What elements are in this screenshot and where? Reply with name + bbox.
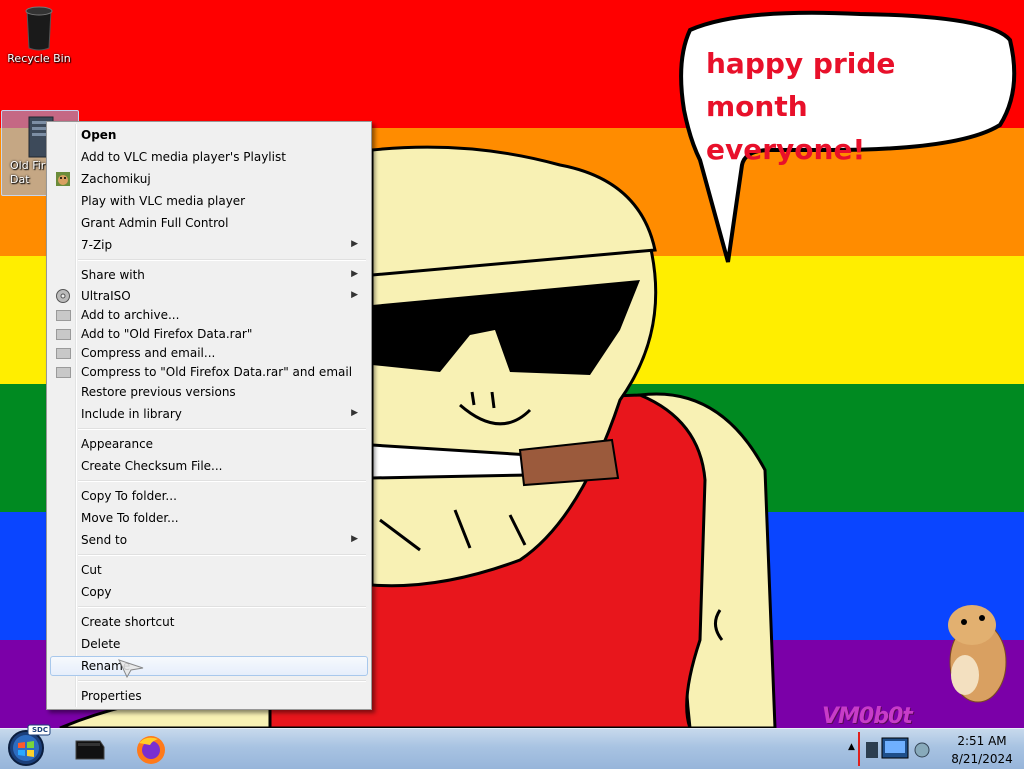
menu-separator	[78, 606, 366, 608]
menu-item-play-with-vlc[interactable]: Play with VLC media player	[50, 191, 368, 211]
tray-divider	[858, 732, 860, 766]
start-badge-text: SDC	[32, 726, 48, 734]
menu-separator	[78, 428, 366, 430]
menu-item-label: Properties	[81, 689, 142, 703]
system-tray: ▲	[848, 730, 940, 768]
archive-icon	[55, 345, 71, 361]
menu-item-open[interactable]: Open	[50, 125, 368, 145]
context-menu: Open Add to VLC media player's Playlist …	[46, 121, 372, 710]
menu-item-move-to-folder[interactable]: Move To folder...	[50, 508, 368, 528]
submenu-arrow-icon: ▶	[351, 290, 358, 300]
clock-time: 2:51 AM	[957, 734, 1007, 748]
menu-item-add-to-archive[interactable]: Add to archive...	[50, 305, 368, 325]
menu-item-zachomikuj[interactable]: Zachomikuj	[50, 169, 368, 189]
menu-item-create-checksum[interactable]: Create Checksum File...	[50, 456, 368, 476]
menu-separator	[78, 259, 366, 261]
start-button[interactable]: SDC	[4, 723, 52, 769]
menu-item-label: Add to VLC media player's Playlist	[81, 150, 286, 164]
archive-icon	[55, 364, 71, 380]
recycle-bin-label: Recycle Bin	[7, 52, 71, 65]
menu-item-compress-to-rar-email[interactable]: Compress to "Old Firefox Data.rar" and e…	[50, 362, 368, 382]
menu-item-label: Compress and email...	[81, 346, 216, 360]
menu-item-label: Send to	[81, 533, 128, 547]
menu-item-label: Restore previous versions	[81, 385, 236, 399]
terminal-icon	[75, 740, 105, 760]
submenu-arrow-icon: ▶	[351, 408, 358, 418]
taskbar: SDC ▲ 2:51 AM 8/21/2024	[0, 724, 1024, 769]
trash-icon	[25, 6, 53, 51]
hamster-icon	[55, 171, 71, 187]
menu-separator	[78, 680, 366, 682]
menu-item-label: Appearance	[81, 437, 154, 451]
network-icon[interactable]	[864, 736, 936, 764]
menu-item-label: Create Checksum File...	[81, 459, 223, 473]
taskbar-app-firefox[interactable]	[122, 731, 180, 767]
archive-icon	[55, 307, 71, 323]
menu-item-create-shortcut[interactable]: Create shortcut	[50, 612, 368, 632]
firefox-icon	[137, 736, 165, 764]
menu-item-label: Create shortcut	[81, 615, 175, 629]
menu-item-label: 7-Zip	[81, 238, 113, 252]
taskbar-clock[interactable]: 2:51 AM 8/21/2024	[940, 729, 1024, 769]
menu-item-label: Share with	[81, 268, 145, 282]
mouse-cursor-icon	[118, 659, 144, 678]
menu-separator	[78, 554, 366, 556]
menu-item-label: Cut	[81, 563, 102, 577]
menu-item-delete[interactable]: Delete	[50, 634, 368, 654]
menu-item-copy[interactable]: Copy	[50, 582, 368, 602]
submenu-arrow-icon: ▶	[351, 269, 358, 279]
menu-item-include-in-library[interactable]: Include in library ▶	[50, 404, 368, 424]
menu-item-label: Copy To folder...	[81, 489, 177, 503]
speech-line-1: happy pride month	[706, 47, 896, 123]
menu-item-label: Include in library	[81, 407, 182, 421]
menu-separator	[78, 480, 366, 482]
submenu-arrow-icon: ▶	[351, 239, 358, 249]
menu-item-copy-to-folder[interactable]: Copy To folder...	[50, 486, 368, 506]
submenu-arrow-icon: ▶	[351, 534, 358, 544]
tray-expand-arrow-icon[interactable]: ▲	[848, 742, 855, 752]
menu-item-ultraiso[interactable]: UltraISO ▶	[50, 286, 368, 306]
speech-line-2: everyone!	[706, 133, 866, 166]
menu-item-label: Open	[81, 128, 117, 142]
menu-item-label: Add to archive...	[81, 308, 180, 322]
menu-item-send-to[interactable]: Send to ▶	[50, 530, 368, 550]
menu-item-label: Compress to "Old Firefox Data.rar" and e…	[81, 365, 353, 379]
menu-item-label: UltraISO	[81, 289, 131, 303]
menu-item-properties[interactable]: Properties	[50, 686, 368, 706]
menu-item-add-to-vlc-playlist[interactable]: Add to VLC media player's Playlist	[50, 147, 368, 167]
menu-item-appearance[interactable]: Appearance	[50, 434, 368, 454]
menu-item-rename[interactable]: Rename	[50, 656, 368, 676]
taskbar-app-terminal[interactable]	[60, 731, 118, 767]
recycle-bin-icon[interactable]: Recycle Bin	[1, 4, 77, 74]
menu-item-restore-previous-versions[interactable]: Restore previous versions	[50, 382, 368, 402]
menu-item-label: Play with VLC media player	[81, 194, 246, 208]
menu-item-label: Grant Admin Full Control	[81, 216, 229, 230]
menu-item-7zip[interactable]: 7-Zip ▶	[50, 235, 368, 255]
menu-item-label: Zachomikuj	[81, 172, 151, 186]
menu-item-label: Move To folder...	[81, 511, 179, 525]
menu-item-add-to-rar[interactable]: Add to "Old Firefox Data.rar"	[50, 324, 368, 344]
clock-date: 8/21/2024	[951, 752, 1013, 766]
menu-item-label: Add to "Old Firefox Data.rar"	[81, 327, 253, 341]
archive-icon	[55, 326, 71, 342]
watermark-text: VM0b0t	[822, 704, 913, 729]
disc-icon	[55, 288, 71, 304]
speech-bubble-text: happy pride month everyone!	[706, 42, 1006, 171]
menu-item-label: Copy	[81, 585, 112, 599]
menu-item-compress-and-email[interactable]: Compress and email...	[50, 343, 368, 363]
menu-item-share-with[interactable]: Share with ▶	[50, 265, 368, 285]
menu-item-cut[interactable]: Cut	[50, 560, 368, 580]
menu-item-label: Delete	[81, 637, 121, 651]
menu-item-grant-admin[interactable]: Grant Admin Full Control	[50, 213, 368, 233]
